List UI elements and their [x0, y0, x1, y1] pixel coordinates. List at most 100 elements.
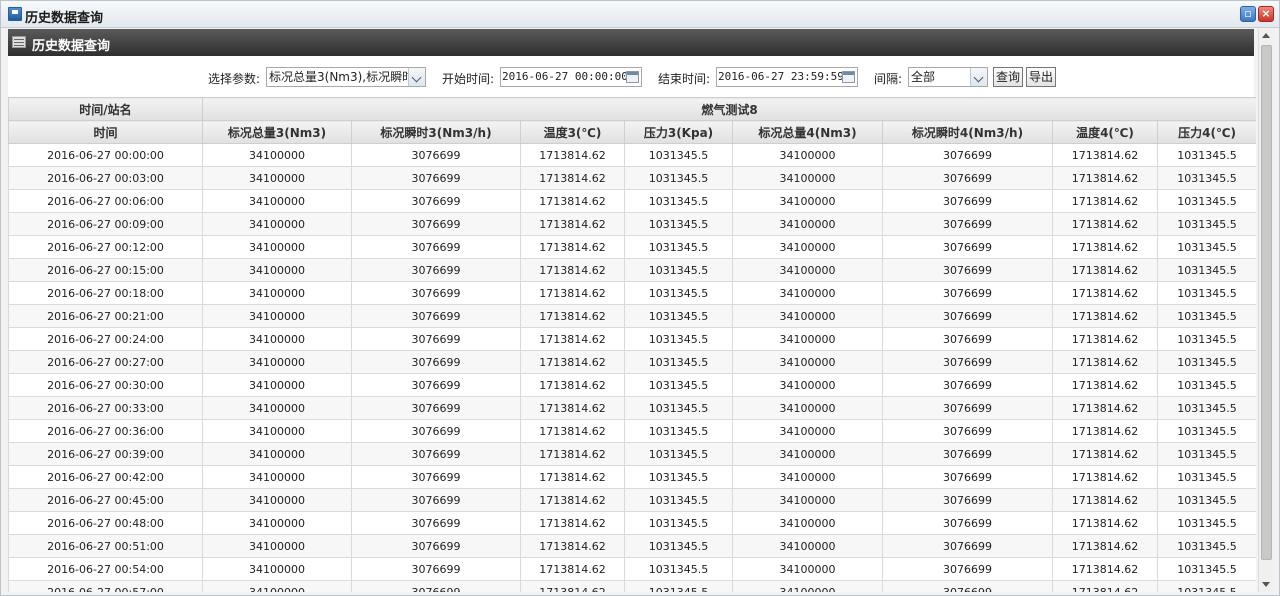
table-row[interactable]: 2016-06-27 00:06:00 34100000 3076699 171381…: [8, 189, 1256, 213]
table-cell: 1713814.62: [520, 534, 625, 558]
table-cell: 1031345.5: [624, 281, 733, 305]
table-row[interactable]: 2016-06-27 00:33:00 34100000 3076699 171381…: [8, 396, 1256, 420]
table-cell: 1713814.62: [520, 327, 625, 351]
table-cell: 34100000: [202, 281, 352, 305]
table-cell: 1031345.5: [624, 419, 733, 443]
table-cell: 3076699: [882, 235, 1053, 259]
table-cell: 34100000: [732, 281, 883, 305]
table-row[interactable]: 2016-06-27 00:24:00 34100000 3076699 171381…: [8, 327, 1256, 351]
table-cell: 3076699: [882, 396, 1053, 420]
table-cell: 1713814.62: [1052, 511, 1158, 535]
table-cell: 1713814.62: [520, 304, 625, 328]
param-select[interactable]: 标况总量3(Nm3),标况瞬时: [266, 67, 426, 87]
table-cell: 3076699: [351, 212, 521, 236]
table-cell: 3076699: [351, 327, 521, 351]
end-time-label: 结束时间:: [658, 72, 711, 86]
end-time-input[interactable]: 2016-06-27 23:59:59: [716, 67, 858, 87]
table-cell: 1713814.62: [520, 396, 625, 420]
table-row[interactable]: 2016-06-27 00:36:00 34100000 3076699 171381…: [8, 419, 1256, 443]
table-row[interactable]: 2016-06-27 00:00:00 34100000 3076699 171381…: [8, 143, 1256, 167]
table-cell: 3076699: [882, 580, 1053, 592]
table-cell: 1031345.5: [1156, 373, 1256, 397]
table-cell: 2016-06-27 00:45:00: [8, 488, 203, 512]
table-cell: 3076699: [351, 419, 521, 443]
table-cell: 3076699: [351, 304, 521, 328]
table-cell: 3076699: [882, 488, 1053, 512]
export-button[interactable]: 导出: [1026, 67, 1056, 87]
table-cell: 34100000: [202, 465, 352, 489]
table-cell: 1713814.62: [520, 281, 625, 305]
table-cell: 1713814.62: [520, 580, 625, 592]
table-row[interactable]: 2016-06-27 00:18:00 34100000 3076699 171381…: [8, 281, 1256, 305]
save-disk-icon: [8, 7, 22, 21]
table-cell: 34100000: [732, 534, 883, 558]
table-cell: 34100000: [732, 166, 883, 190]
table-cell: 1031345.5: [624, 373, 733, 397]
table-cell: 34100000: [202, 235, 352, 259]
table-cell: 1031345.5: [624, 235, 733, 259]
table-row[interactable]: 2016-06-27 00:48:00 34100000 3076699 171381…: [8, 511, 1256, 535]
table-row[interactable]: 2016-06-27 00:30:00 34100000 3076699 171381…: [8, 373, 1256, 397]
window-title: 历史数据查询: [25, 11, 104, 26]
table-cell: 2016-06-27 00:36:00: [8, 419, 203, 443]
table-row[interactable]: 2016-06-27 00:09:00 34100000 3076699 171381…: [8, 212, 1256, 236]
table-cell: 1031345.5: [1156, 534, 1256, 558]
table-cell: 34100000: [202, 488, 352, 512]
table-row[interactable]: 2016-06-27 00:27:00 34100000 3076699 171381…: [8, 350, 1256, 374]
table-cell: 1713814.62: [520, 465, 625, 489]
start-time-input[interactable]: 2016-06-27 00:00:00: [500, 67, 642, 87]
table-cell: 1713814.62: [520, 350, 625, 374]
table-cell: 3076699: [882, 143, 1053, 167]
table-cell: 34100000: [732, 419, 883, 443]
station-col-header: 时间/站名: [8, 97, 203, 121]
table-row[interactable]: 2016-06-27 00:03:00 34100000 3076699 171381…: [8, 166, 1256, 190]
table-cell: 1031345.5: [624, 166, 733, 190]
scroll-thumb[interactable]: [1261, 45, 1272, 560]
table-cell: 1713814.62: [520, 373, 625, 397]
vertical-scrollbar[interactable]: [1258, 29, 1273, 592]
table-cell: 1031345.5: [624, 189, 733, 213]
table-row[interactable]: 2016-06-27 00:21:00 34100000 3076699 171381…: [8, 304, 1256, 328]
table-cell: 34100000: [732, 580, 883, 592]
table-cell: 3076699: [882, 534, 1053, 558]
table-cell: 1713814.62: [1052, 534, 1158, 558]
table-cell: 3076699: [351, 373, 521, 397]
scroll-down-arrow-icon[interactable]: [1259, 578, 1274, 592]
table-cell: 1031345.5: [624, 442, 733, 466]
interval-label: 间隔:: [874, 72, 903, 86]
close-window-button[interactable]: ×: [1258, 6, 1274, 22]
table-cell: 2016-06-27 00:00:00: [8, 143, 203, 167]
table-row[interactable]: 2016-06-27 00:51:00 34100000 3076699 171381…: [8, 534, 1256, 558]
table-cell: 1713814.62: [1052, 580, 1158, 592]
calendar-icon[interactable]: [842, 71, 855, 83]
table-row[interactable]: 2016-06-27 00:54:00 34100000 3076699 171381…: [8, 557, 1256, 581]
table-cell: 34100000: [202, 143, 352, 167]
table-cell: 1031345.5: [1156, 557, 1256, 581]
table-row[interactable]: 2016-06-27 00:12:00 34100000 3076699 171381…: [8, 235, 1256, 259]
table-cell: 1031345.5: [1156, 419, 1256, 443]
table-row[interactable]: 2016-06-27 00:42:00 34100000 3076699 171381…: [8, 465, 1256, 489]
table-row[interactable]: 2016-06-27 00:57:00 34100000 3076699 171381…: [8, 580, 1256, 592]
table-cell: 34100000: [732, 350, 883, 374]
query-button[interactable]: 查询: [993, 67, 1023, 87]
restore-window-button[interactable]: ▫: [1240, 6, 1256, 22]
table-cell: 3076699: [882, 350, 1053, 374]
table-cell: 3076699: [351, 281, 521, 305]
scroll-up-arrow-icon[interactable]: [1259, 29, 1274, 43]
table-row[interactable]: 2016-06-27 00:45:00 34100000 3076699 171381…: [8, 488, 1256, 512]
column-header: 压力3(Kpa): [624, 120, 733, 144]
table-cell: 3076699: [882, 304, 1053, 328]
table-cell: 3076699: [351, 580, 521, 592]
table-cell: 3076699: [882, 465, 1053, 489]
interval-select[interactable]: 全部: [908, 67, 988, 87]
end-time-value: 2016-06-27 23:59:59: [718, 70, 844, 83]
table-cell: 1031345.5: [1156, 350, 1256, 374]
query-toolbar: 选择参数: 标况总量3(Nm3),标况瞬时 开始时间: 2016-06-27 0…: [8, 56, 1254, 97]
table-cell: 1031345.5: [1156, 580, 1256, 592]
history-query-window: 历史数据查询 ▫ × 历史数据查询 选择参数: 标况总量3(Nm3),标况瞬时 …: [0, 0, 1280, 596]
calendar-icon[interactable]: [626, 71, 639, 83]
table-cell: 34100000: [202, 189, 352, 213]
interval-select-value: 全部: [911, 70, 936, 84]
table-row[interactable]: 2016-06-27 00:15:00 34100000 3076699 171381…: [8, 258, 1256, 282]
table-row[interactable]: 2016-06-27 00:39:00 34100000 3076699 171381…: [8, 442, 1256, 466]
